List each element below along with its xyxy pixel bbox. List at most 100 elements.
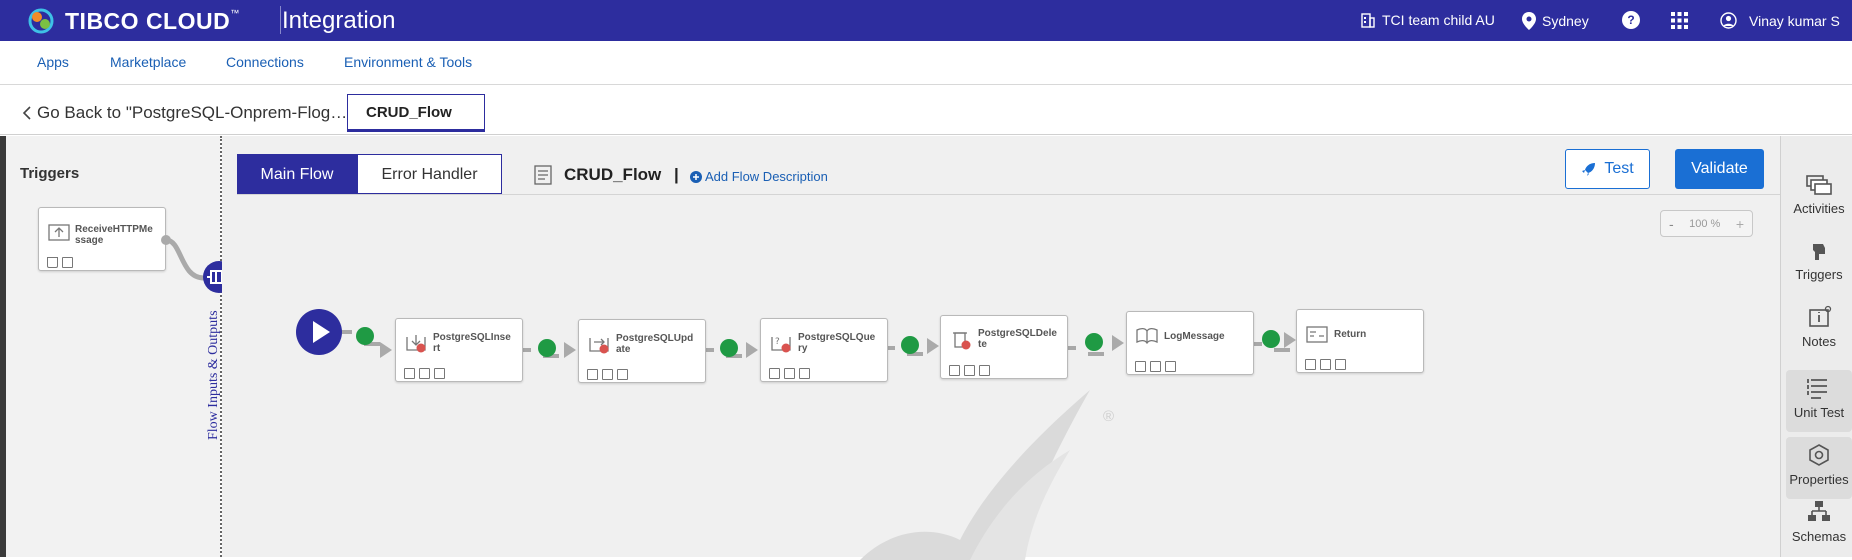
delete-icon[interactable] xyxy=(47,257,58,268)
success-check-icon[interactable] xyxy=(538,339,556,357)
tab-error-handler[interactable]: Error Handler xyxy=(357,154,502,194)
org-switcher[interactable]: TCI team child AU xyxy=(1360,12,1495,28)
nav-marketplace[interactable]: Marketplace xyxy=(110,54,186,70)
left-edge xyxy=(0,136,6,557)
grid-dots-icon xyxy=(1671,12,1688,29)
test-button[interactable]: Test xyxy=(1565,149,1650,189)
nav-apps[interactable]: Apps xyxy=(37,54,69,70)
trigger-tile-label: ReceiveHTTPMessage xyxy=(75,224,153,246)
return-icon xyxy=(1306,326,1328,343)
sidebar-item-activities[interactable]: Activities xyxy=(1786,172,1852,228)
add-flow-description-link[interactable]: Add Flow Description xyxy=(690,169,828,184)
mapping-icon[interactable] xyxy=(434,368,445,379)
activity-tile-postgresql-insert[interactable]: PostgreSQLInsert xyxy=(395,318,523,382)
tab-crud-flow[interactable]: CRUD_Flow xyxy=(347,94,485,132)
db-delete-icon xyxy=(953,332,971,350)
copy-icon[interactable] xyxy=(1135,361,1146,372)
copy-icon[interactable] xyxy=(404,368,415,379)
mapping-icon[interactable] xyxy=(617,369,628,380)
zoom-out-button[interactable]: - xyxy=(1669,216,1674,232)
copy-icon[interactable] xyxy=(587,369,598,380)
go-back-text: Go Back to "PostgreSQL-Onprem-Flog… " xyxy=(37,103,359,122)
link-arrow xyxy=(564,342,576,358)
help-icon[interactable]: ? xyxy=(1622,11,1640,29)
user-menu[interactable]: Vinay kumar S xyxy=(1720,12,1840,29)
activities-icon xyxy=(1806,175,1832,195)
title-divider xyxy=(280,6,281,34)
success-check-icon[interactable] xyxy=(901,336,919,354)
sidebar-item-label: Activities xyxy=(1793,201,1845,216)
sidebar-item-label: Unit Test xyxy=(1793,405,1845,420)
activity-label: Return xyxy=(1334,329,1367,340)
success-check-icon[interactable] xyxy=(1085,333,1103,351)
sidebar-item-triggers[interactable]: Triggers xyxy=(1786,238,1852,294)
db-update-icon xyxy=(589,338,609,354)
properties-icon xyxy=(1809,444,1829,466)
mapping-icon[interactable] xyxy=(1165,361,1176,372)
location-pin-icon xyxy=(1522,12,1536,30)
activity-label: PostgreSQLUpdate xyxy=(616,333,694,355)
delete-icon[interactable] xyxy=(1150,361,1161,372)
zoom-level: 100 % xyxy=(1689,217,1721,230)
delete-icon[interactable] xyxy=(784,368,795,379)
mapping-icon[interactable] xyxy=(1335,359,1346,370)
go-back-link[interactable]: Go Back to "PostgreSQL-Onprem-Flog… " xyxy=(22,103,358,123)
mapping-icon[interactable] xyxy=(799,368,810,379)
link-arrow xyxy=(927,338,939,354)
mapping-icon[interactable] xyxy=(62,257,73,268)
notes-icon xyxy=(1809,305,1832,327)
activity-actions xyxy=(949,365,990,376)
sidebar-item-schemas[interactable]: Schemas xyxy=(1786,500,1852,556)
delete-icon[interactable] xyxy=(602,369,613,380)
delete-icon[interactable] xyxy=(1320,359,1331,370)
activity-label: PostgreSQLInsert xyxy=(433,332,511,354)
activity-tile-log-message[interactable]: LogMessage xyxy=(1126,311,1254,375)
success-check-icon[interactable] xyxy=(356,327,374,345)
trigger-tile-actions xyxy=(47,257,73,268)
brand-text: TIBCO CLOUD xyxy=(65,8,231,34)
success-check-icon[interactable] xyxy=(1262,330,1280,348)
copy-icon[interactable] xyxy=(769,368,780,379)
play-icon xyxy=(313,321,330,343)
mapping-icon[interactable] xyxy=(979,365,990,376)
copy-icon[interactable] xyxy=(1305,359,1316,370)
activity-tile-postgresql-update[interactable]: PostgreSQLUpdate xyxy=(578,319,706,383)
activity-tile-postgresql-query[interactable]: ? PostgreSQLQuery xyxy=(760,318,888,382)
flow-title-separator: | xyxy=(674,165,679,184)
trigger-hand-icon xyxy=(1813,244,1825,260)
brand-name: TIBCO CLOUD™ xyxy=(65,8,240,35)
activity-actions xyxy=(769,368,810,379)
link-arrow xyxy=(380,342,392,358)
nav-connections[interactable]: Connections xyxy=(226,54,304,70)
flow-start-button[interactable] xyxy=(296,309,342,355)
delete-icon[interactable] xyxy=(964,365,975,376)
nav-environment-tools[interactable]: Environment & Tools xyxy=(344,54,472,70)
activity-label: PostgreSQLQuery xyxy=(798,332,876,354)
activity-tile-return[interactable]: Return xyxy=(1296,309,1424,373)
app-title: Integration xyxy=(282,7,396,34)
chevron-left-icon xyxy=(22,106,31,120)
app-grid-icon[interactable] xyxy=(1671,12,1688,29)
flow-title: CRUD_Flow | xyxy=(564,165,679,185)
sidebar-item-unit-test[interactable]: Unit Test xyxy=(1786,370,1852,432)
brand-tm: ™ xyxy=(230,8,240,18)
activity-label: LogMessage xyxy=(1164,331,1225,342)
db-insert-icon xyxy=(406,335,426,353)
flow-io-label[interactable]: Flow Inputs & Outputs xyxy=(206,310,222,440)
activity-tile-postgresql-delete[interactable]: PostgreSQLDelete xyxy=(940,315,1068,379)
activity-actions xyxy=(404,368,445,379)
link-arrow xyxy=(1284,332,1296,348)
tibco-watermark-icon xyxy=(860,390,1090,560)
triggers-panel xyxy=(0,136,220,557)
sidebar-item-properties[interactable]: Properties xyxy=(1786,437,1852,499)
trigger-tile[interactable]: ReceiveHTTPMessage xyxy=(38,207,166,271)
sidebar-item-notes[interactable]: Notes xyxy=(1786,305,1852,361)
zoom-in-button[interactable]: + xyxy=(1736,216,1744,232)
tab-main-flow[interactable]: Main Flow xyxy=(237,154,357,194)
copy-icon[interactable] xyxy=(949,365,960,376)
validate-button[interactable]: Validate xyxy=(1675,149,1764,189)
region-selector[interactable]: Sydney xyxy=(1522,12,1589,30)
delete-icon[interactable] xyxy=(419,368,430,379)
log-book-icon xyxy=(1136,327,1158,345)
success-check-icon[interactable] xyxy=(720,339,738,357)
